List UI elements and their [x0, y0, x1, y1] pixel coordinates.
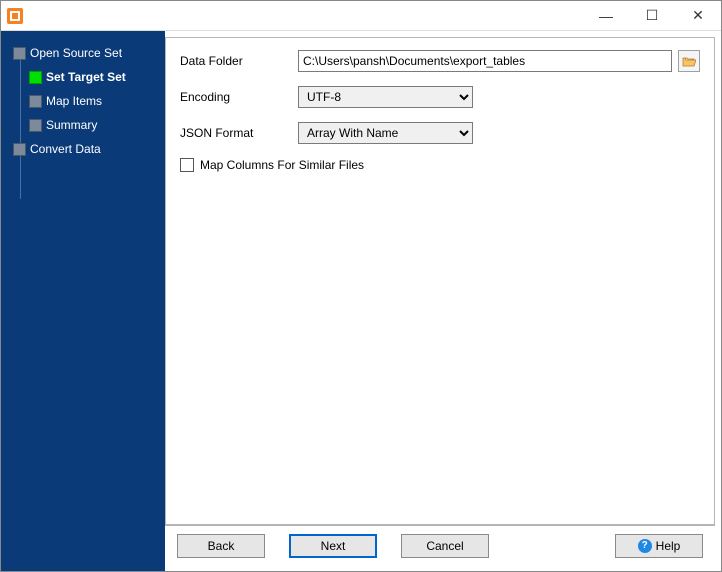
titlebar: — ☐ ✕	[1, 1, 721, 31]
minimize-icon: —	[599, 8, 613, 24]
help-button[interactable]: ? Help	[615, 534, 703, 558]
step-node-icon	[29, 95, 42, 108]
step-node-icon	[13, 47, 26, 60]
close-icon: ✕	[692, 7, 704, 24]
json-format-select[interactable]: Array With Name	[298, 122, 473, 144]
sidebar-item-summary[interactable]: Summary	[1, 113, 165, 137]
sidebar-item-map-items[interactable]: Map Items	[1, 89, 165, 113]
encoding-select[interactable]: UTF-8	[298, 86, 473, 108]
step-node-icon	[29, 119, 42, 132]
sidebar-item-label: Summary	[46, 118, 97, 132]
data-folder-input[interactable]	[298, 50, 672, 72]
encoding-label: Encoding	[180, 90, 298, 104]
minimize-button[interactable]: —	[583, 1, 629, 31]
map-columns-checkbox[interactable]	[180, 158, 194, 172]
map-columns-label: Map Columns For Similar Files	[200, 158, 364, 172]
sidebar-item-label: Convert Data	[30, 142, 101, 156]
sidebar-item-convert-data[interactable]: Convert Data	[1, 137, 165, 161]
maximize-button[interactable]: ☐	[629, 1, 675, 31]
app-icon	[7, 8, 23, 24]
help-icon: ?	[638, 539, 652, 553]
sidebar-item-open-source-set[interactable]: Open Source Set	[1, 41, 165, 65]
step-node-icon	[13, 143, 26, 156]
sidebar-item-label: Map Items	[46, 94, 102, 108]
back-button[interactable]: Back	[177, 534, 265, 558]
close-button[interactable]: ✕	[675, 1, 721, 31]
main-panel: Data Folder Encoding UTF-8	[165, 37, 715, 525]
cancel-button[interactable]: Cancel	[401, 534, 489, 558]
maximize-icon: ☐	[646, 7, 659, 24]
step-node-icon	[29, 71, 42, 84]
browse-folder-button[interactable]	[678, 50, 700, 72]
map-columns-row[interactable]: Map Columns For Similar Files	[180, 158, 700, 172]
folder-open-icon	[682, 55, 696, 67]
data-folder-label: Data Folder	[180, 54, 298, 68]
sidebar-item-label: Open Source Set	[30, 46, 122, 60]
next-button[interactable]: Next	[289, 534, 377, 558]
sidebar-item-set-target-set[interactable]: Set Target Set	[1, 65, 165, 89]
wizard-sidebar: Open Source Set Set Target Set Map Items…	[1, 31, 165, 571]
json-format-label: JSON Format	[180, 126, 298, 140]
sidebar-item-label: Set Target Set	[46, 70, 126, 84]
button-bar: Back Next Cancel ? Help	[165, 525, 715, 565]
